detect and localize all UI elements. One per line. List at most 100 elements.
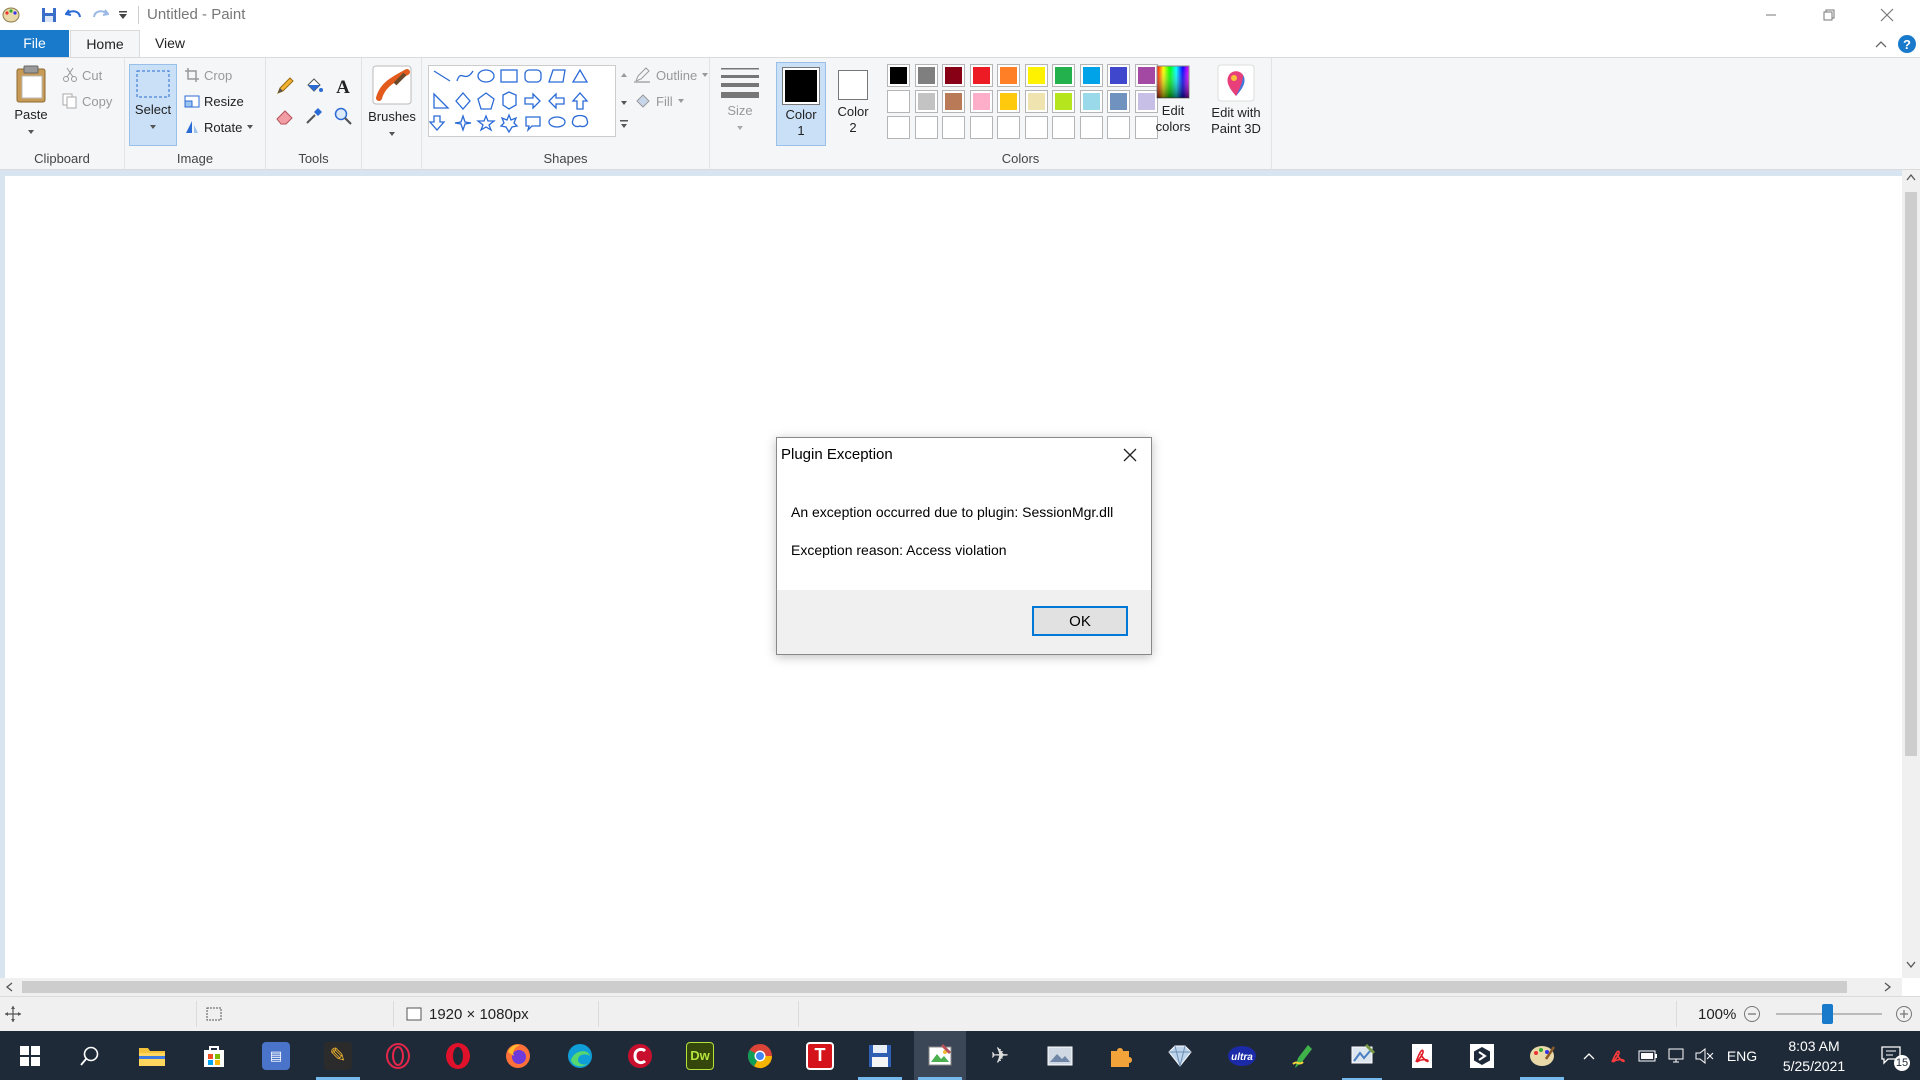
- palette-swatch[interactable]: [1052, 90, 1075, 113]
- taskbar-app-puzzle[interactable]: [1094, 1031, 1146, 1080]
- taskbar-app-ultra[interactable]: ultra: [1216, 1031, 1268, 1080]
- palette-empty-swatch[interactable]: [1024, 116, 1048, 139]
- copy-button[interactable]: Copy: [62, 93, 112, 109]
- zoom-in-button[interactable]: [1895, 1005, 1913, 1027]
- palette-swatch[interactable]: [942, 90, 965, 113]
- resize-button[interactable]: Resize: [184, 93, 244, 109]
- palette-swatch[interactable]: [997, 64, 1020, 87]
- tab-view[interactable]: View: [140, 30, 200, 57]
- fill-style-button[interactable]: Fill: [634, 93, 685, 109]
- close-button[interactable]: [1858, 0, 1916, 30]
- outline-button[interactable]: Outline: [634, 67, 709, 83]
- color1-button[interactable]: Color 1: [776, 62, 826, 146]
- taskbar-app-floppy[interactable]: [854, 1031, 906, 1080]
- shapes-gallery[interactable]: [428, 65, 616, 137]
- tray-acrobat[interactable]: [1606, 1031, 1630, 1080]
- paste-button[interactable]: Paste: [8, 64, 54, 142]
- taskbar-paint[interactable]: [914, 1031, 966, 1080]
- magnifier-button[interactable]: [329, 102, 357, 130]
- taskbar-app-image-viewer[interactable]: [1034, 1031, 1086, 1080]
- scroll-up-arrow-icon[interactable]: [1906, 172, 1916, 184]
- palette-swatch[interactable]: [1107, 90, 1130, 113]
- palette-empty-swatch[interactable]: [969, 116, 993, 139]
- taskbar-chrome[interactable]: [734, 1031, 786, 1080]
- input-language[interactable]: ENG: [1722, 1031, 1762, 1080]
- taskbar-app-diamond[interactable]: [1154, 1031, 1206, 1080]
- clock[interactable]: 8:03 AM 5/25/2021: [1766, 1031, 1862, 1080]
- palette-swatch[interactable]: [969, 64, 993, 87]
- scroll-left-arrow-icon[interactable]: [5, 982, 13, 995]
- palette-swatch[interactable]: [1079, 64, 1103, 87]
- taskbar-file-explorer[interactable]: [126, 1031, 178, 1080]
- minimize-ribbon-button[interactable]: [1868, 30, 1894, 57]
- taskbar-app-airplane[interactable]: ✈: [974, 1031, 1026, 1080]
- palette-swatch[interactable]: [887, 90, 910, 113]
- taskbar-app-palette[interactable]: [1516, 1031, 1568, 1080]
- color-picker-button[interactable]: [300, 102, 328, 130]
- taskbar-app-red-t[interactable]: T: [794, 1031, 846, 1080]
- undo-icon[interactable]: [62, 4, 86, 26]
- redo-icon[interactable]: [88, 4, 112, 26]
- palette-swatch[interactable]: [1052, 64, 1075, 87]
- palette-swatch[interactable]: [969, 90, 993, 113]
- scroll-down-arrow-icon[interactable]: [1906, 960, 1916, 972]
- palette-empty-swatch[interactable]: [914, 116, 938, 139]
- restore-button[interactable]: [1800, 0, 1858, 30]
- ok-button[interactable]: OK: [1032, 606, 1128, 636]
- size-button[interactable]: Size: [715, 64, 765, 146]
- eraser-button[interactable]: [271, 102, 299, 130]
- paint-app-icon[interactable]: [0, 4, 22, 26]
- start-button[interactable]: [4, 1031, 56, 1080]
- taskbar-opera-gx[interactable]: [372, 1031, 424, 1080]
- taskbar-firefox[interactable]: [492, 1031, 544, 1080]
- customize-quick-access-icon[interactable]: [114, 4, 132, 26]
- text-button[interactable]: A: [329, 72, 357, 100]
- show-hidden-icons-button[interactable]: [1578, 1031, 1600, 1080]
- palette-swatch[interactable]: [942, 64, 965, 87]
- scroll-right-arrow-icon[interactable]: [1884, 982, 1892, 995]
- palette-empty-swatch[interactable]: [1052, 116, 1075, 139]
- palette-swatch[interactable]: [1024, 64, 1048, 87]
- save-icon[interactable]: [37, 4, 61, 26]
- brushes-button[interactable]: Brushes: [367, 64, 417, 146]
- zoom-out-button[interactable]: [1743, 1005, 1761, 1027]
- volume-indicator[interactable]: [1692, 1031, 1716, 1080]
- pencil-button[interactable]: [271, 72, 299, 100]
- edit-colors-button[interactable]: Edit colors: [1148, 64, 1198, 146]
- horizontal-scrollbar[interactable]: [0, 978, 1902, 996]
- taskbar-dreamweaver[interactable]: Dw: [674, 1031, 726, 1080]
- palette-swatch[interactable]: [914, 64, 938, 87]
- taskbar-app-green-pen[interactable]: [1276, 1031, 1328, 1080]
- search-button[interactable]: [64, 1031, 116, 1080]
- tab-file[interactable]: File: [0, 30, 69, 57]
- horizontal-scroll-thumb[interactable]: [22, 981, 1847, 993]
- network-indicator[interactable]: [1664, 1031, 1688, 1080]
- taskbar-app-red-c[interactable]: [614, 1031, 666, 1080]
- palette-swatch[interactable]: [997, 90, 1020, 113]
- taskbar-acrobat[interactable]: [1396, 1031, 1448, 1080]
- cut-button[interactable]: Cut: [62, 67, 102, 83]
- crop-button[interactable]: Crop: [184, 67, 232, 83]
- palette-empty-swatch[interactable]: [887, 116, 910, 139]
- minimize-button[interactable]: [1742, 0, 1800, 30]
- palette-swatch[interactable]: [1024, 90, 1048, 113]
- palette-swatch[interactable]: [1107, 64, 1130, 87]
- palette-swatch[interactable]: [914, 90, 938, 113]
- edit-with-paint3d-button[interactable]: Edit with Paint 3D: [1204, 64, 1268, 146]
- tab-home[interactable]: Home: [70, 30, 140, 57]
- taskbar-opera[interactable]: [432, 1031, 484, 1080]
- palette-empty-swatch[interactable]: [1107, 116, 1130, 139]
- palette-empty-swatch[interactable]: [942, 116, 965, 139]
- taskbar-edge[interactable]: [554, 1031, 606, 1080]
- color2-button[interactable]: Color 2: [828, 62, 878, 146]
- palette-swatch[interactable]: [887, 64, 910, 87]
- help-button[interactable]: ?: [1896, 30, 1918, 57]
- action-center-button[interactable]: 15: [1872, 1031, 1912, 1080]
- palette-swatch[interactable]: [1079, 90, 1103, 113]
- zoom-slider-thumb[interactable]: [1822, 1004, 1833, 1024]
- palette-empty-swatch[interactable]: [997, 116, 1020, 139]
- taskbar-store[interactable]: [188, 1031, 240, 1080]
- palette-empty-swatch[interactable]: [1079, 116, 1103, 139]
- battery-indicator[interactable]: [1636, 1031, 1660, 1080]
- taskbar-app-hex[interactable]: [1456, 1031, 1508, 1080]
